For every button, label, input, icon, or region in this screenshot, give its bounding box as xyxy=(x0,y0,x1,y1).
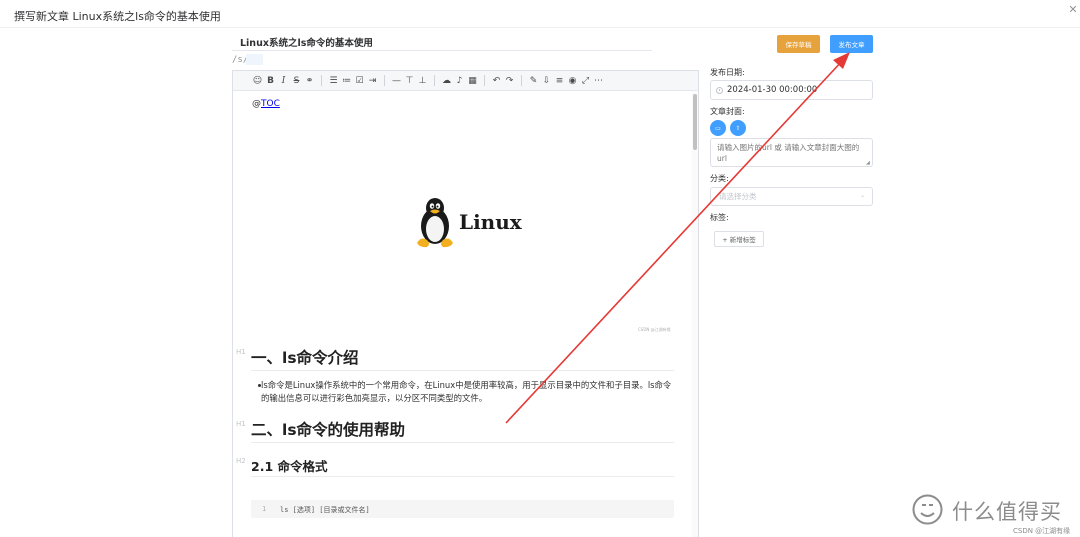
audio-icon[interactable]: ♪ xyxy=(453,74,466,87)
editor-toolbar: ☺ B I S ⚭ ☰ ≔ ☑ ⇥ — ⊤ ⊥ ☁ ♪ ▦ ↶ ↷ ✎ ⇩ ≡ … xyxy=(233,71,698,91)
unordered-list-icon[interactable]: ☰ xyxy=(327,74,340,87)
heading-ls-intro: 一、ls命令介绍 xyxy=(251,349,359,367)
upload-icon[interactable]: ☁ xyxy=(440,74,453,87)
heading-ls-help: 二、ls命令的使用帮助 xyxy=(251,421,406,439)
chevron-down-icon: ⌄ xyxy=(859,192,865,199)
undo-icon[interactable]: ↶ xyxy=(490,74,503,87)
image-caption: CSDN @江湖有缘 xyxy=(638,327,671,332)
category-placeholder: 请选择分类 xyxy=(719,192,757,201)
heading-marker: H1 xyxy=(236,420,246,428)
cover-url-input[interactable] xyxy=(710,138,873,167)
bold-icon[interactable]: B xyxy=(264,74,277,87)
table-icon[interactable]: ▦ xyxy=(466,74,479,87)
code-block: 1 ls [选项] [目录或文件名] xyxy=(251,500,674,518)
redo-icon[interactable]: ↷ xyxy=(503,74,516,87)
linux-logo-image: Linux xyxy=(413,196,539,251)
toc-link[interactable]: TOC xyxy=(261,99,280,109)
heading-underline xyxy=(251,476,674,477)
toolbar-divider xyxy=(521,75,522,86)
close-icon[interactable]: ✕ xyxy=(1068,4,1078,15)
line-icon[interactable]: — xyxy=(390,74,403,87)
watermark: 什么值得买 CSDN @江湖有缘 xyxy=(912,492,1072,535)
fullscreen-icon[interactable]: ⤢ xyxy=(579,74,592,87)
tags-label: 标签: xyxy=(710,213,729,222)
publish-button[interactable]: 发布文章 xyxy=(830,35,873,53)
add-tag-button[interactable]: + 新增标签 xyxy=(714,231,764,247)
watermark-text: 什么值得买 xyxy=(952,500,1062,524)
checklist-icon[interactable]: ☑ xyxy=(353,74,366,87)
italic-icon[interactable]: I xyxy=(277,74,290,87)
preview-icon[interactable]: ◉ xyxy=(566,74,579,87)
header-divider xyxy=(0,27,1080,28)
category-label: 分类: xyxy=(710,174,729,183)
heading-marker: H2 xyxy=(236,457,246,465)
publish-date-value: 2024-01-30 00:00:00 xyxy=(727,85,818,95)
editor-scrollbar[interactable] xyxy=(692,92,698,537)
align-icon[interactable]: ≡ xyxy=(553,74,566,87)
code-text: ls [选项] [目录或文件名] xyxy=(280,506,370,514)
smzdm-logo-icon xyxy=(912,494,943,525)
ordered-list-icon[interactable]: ≔ xyxy=(340,74,353,87)
indent-icon[interactable]: ⇥ xyxy=(366,74,379,87)
quote-icon[interactable]: ⊤ xyxy=(403,74,416,87)
heading-marker: H1 xyxy=(236,348,246,356)
heading-underline xyxy=(251,370,674,371)
slug-input[interactable] xyxy=(246,54,263,65)
toolbar-divider xyxy=(434,75,435,86)
markdown-editor: ☺ B I S ⚭ ☰ ≔ ☑ ⇥ — ⊤ ⊥ ☁ ♪ ▦ ↶ ↷ ✎ ⇩ ≡ … xyxy=(232,70,699,537)
dialog-title: 撰写新文章 Linux系统之ls命令的基本使用 xyxy=(14,10,221,23)
tux-penguin-icon xyxy=(417,198,453,248)
watermark-sub: CSDN @江湖有缘 xyxy=(1013,527,1071,535)
article-title-input[interactable]: Linux系统之ls命令的基本使用 xyxy=(232,31,652,51)
editor-content[interactable]: @TOC Linux CSDN @江湖有缘 H1 一、ls命令介绍 ls命令是L… xyxy=(233,92,698,537)
scroll-thumb[interactable] xyxy=(693,94,697,150)
strikethrough-icon[interactable]: S xyxy=(290,74,303,87)
emoji-icon[interactable]: ☺ xyxy=(251,74,264,87)
folder-icon[interactable]: ▭ xyxy=(710,120,726,136)
toolbar-divider xyxy=(384,75,385,86)
toolbar-divider xyxy=(484,75,485,86)
heading-command-format: 2.1 命令格式 xyxy=(251,459,328,474)
category-select[interactable]: 请选择分类 ⌄ xyxy=(710,187,873,206)
linux-wordmark: Linux xyxy=(459,210,522,234)
heading-underline xyxy=(251,442,674,443)
toc-marker: @TOC xyxy=(252,99,280,109)
resize-handle-icon[interactable]: ◢ xyxy=(866,160,870,166)
link-icon[interactable]: ⚭ xyxy=(303,74,316,87)
more-icon[interactable]: ⋯ xyxy=(592,74,605,87)
publish-date-label: 发布日期: xyxy=(710,68,745,77)
toolbar-divider xyxy=(321,75,322,86)
edit-icon[interactable]: ✎ xyxy=(527,74,540,87)
publish-date-input[interactable]: 2024-01-30 00:00:00 xyxy=(710,80,873,100)
export-icon[interactable]: ⇩ xyxy=(540,74,553,87)
save-draft-button[interactable]: 保存草稿 xyxy=(777,35,820,53)
cover-label: 文章封面: xyxy=(710,107,745,116)
title-icon[interactable]: ⊥ xyxy=(416,74,429,87)
code-line-number: 1 xyxy=(262,505,267,513)
intro-paragraph: ls命令是Linux操作系统中的一个常用命令，在Linux中是使用率较高，用于显… xyxy=(261,380,672,403)
upload-cover-icon[interactable]: ⇧ xyxy=(730,120,746,136)
clock-icon xyxy=(716,86,723,94)
